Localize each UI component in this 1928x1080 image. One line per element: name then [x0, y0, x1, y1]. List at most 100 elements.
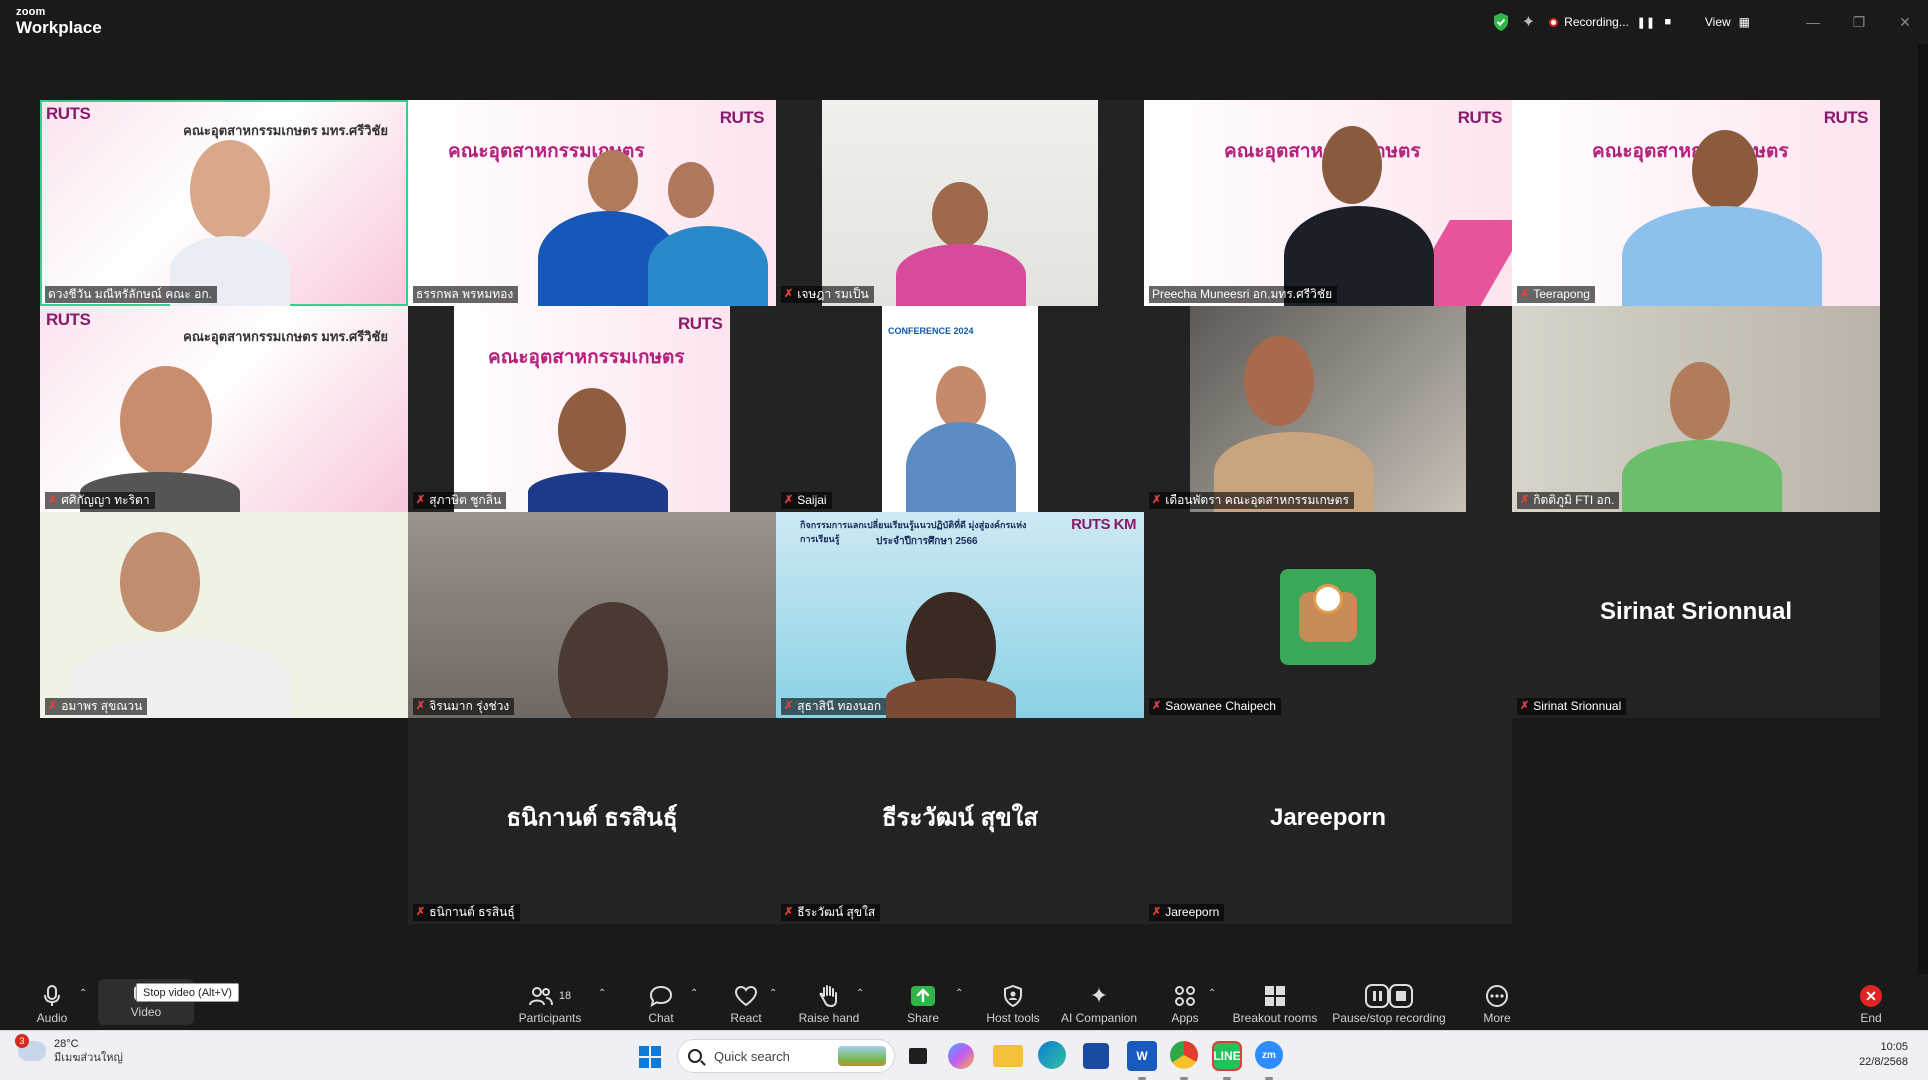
stop-recording-icon[interactable]: ■	[1661, 15, 1675, 29]
ruts-logo: RUTS	[46, 104, 91, 123]
security-shield-icon[interactable]	[1492, 12, 1510, 32]
participant-name: ✗ จิรนมาก รุ่งช่วง	[413, 698, 515, 715]
participant-tile[interactable]: ✗ อมาพร สุขณวน	[40, 512, 408, 718]
more-button[interactable]: More	[1478, 974, 1516, 1030]
breakout-rooms-button[interactable]: Breakout rooms	[1232, 974, 1318, 1030]
participants-button[interactable]: 18 Participants	[514, 974, 586, 1030]
muted-mic-icon: ✗	[784, 288, 794, 300]
zoom-brand-logo: zoom Workplace	[16, 7, 102, 37]
share-chevron-icon[interactable]: ⌃	[955, 988, 963, 999]
share-button[interactable]: Share	[903, 974, 943, 1030]
participant-tile[interactable]: RUTS คณะอุตสาหกรรมเกษตร มทร.ศรีวิชัย ดวง…	[40, 100, 408, 306]
participant-tile[interactable]: CONFERENCE 2024 ✗ Saijai	[776, 306, 1144, 512]
participant-name: ✗ สุธาสินี ทองนอก	[781, 698, 887, 715]
share-label: Share	[906, 1011, 940, 1025]
restore-icon[interactable]: ❐	[1836, 14, 1882, 31]
file-explorer-icon[interactable]	[993, 1045, 1023, 1067]
participant-name: ✗ กิตติภูมิ FTI อก.	[1517, 492, 1620, 509]
copilot-icon[interactable]	[948, 1043, 974, 1069]
weather-temperature: 28°C	[54, 1038, 79, 1050]
participant-face	[190, 140, 270, 240]
view-button[interactable]: View ▦	[1705, 15, 1750, 29]
audio-options-chevron-icon[interactable]: ⌃	[79, 988, 87, 999]
participant-body	[1622, 440, 1782, 512]
participant-face	[668, 162, 714, 218]
muted-mic-icon: ✗	[48, 700, 58, 712]
ruts-logo: RUTS	[719, 108, 765, 127]
participant-tile[interactable]: RUTS คณะอุตสาหกรรมเกษตร ธรรกพล พรหมทอง	[408, 100, 776, 306]
muted-mic-icon: ✗	[416, 494, 426, 506]
chrome-icon[interactable]	[1170, 1041, 1198, 1069]
minimize-icon[interactable]: —	[1790, 14, 1836, 30]
recording-status: Recording...	[1564, 15, 1629, 29]
participant-tile[interactable]: Jareeporn ✗ Jareeporn	[1144, 718, 1512, 924]
raise-hand-icon	[819, 985, 837, 1008]
participant-body	[886, 678, 1016, 718]
windows-start-icon[interactable]	[639, 1046, 661, 1068]
word-icon[interactable]: W	[1127, 1041, 1157, 1071]
participant-tile[interactable]: RUTS คณะอุตสาหกรรมเกษตร มทร.ศรีวิชัย ✗ ศศ…	[40, 306, 408, 512]
task-view-icon[interactable]	[903, 1041, 933, 1071]
ai-companion-label: AI Companion	[1060, 1011, 1138, 1025]
muted-mic-icon: ✗	[784, 700, 794, 712]
end-close-icon: ✕	[1860, 985, 1882, 1007]
participant-tile[interactable]: ✗ เดือนพัตรา คณะอุตสาหกรรมเกษตร	[1144, 306, 1512, 512]
edge-browser-icon[interactable]	[1038, 1041, 1066, 1069]
muted-mic-icon: ✗	[1152, 906, 1162, 918]
participant-tile[interactable]: Sirinat Srionnual ✗ Sirinat Srionnual	[1512, 512, 1880, 718]
pause-recording-icon[interactable]: ❚❚	[1637, 15, 1655, 29]
ruts-logo: RUTS	[1823, 108, 1869, 127]
host-tools-button[interactable]: Host tools	[984, 974, 1042, 1030]
search-placeholder: Quick search	[714, 1048, 790, 1064]
end-meeting-button[interactable]: ✕ End	[1854, 974, 1888, 1030]
muted-mic-icon: ✗	[416, 700, 426, 712]
react-button[interactable]: React	[726, 974, 766, 1030]
participant-tile[interactable]: ✗ Saowanee Chaipech	[1144, 512, 1512, 718]
participant-tile[interactable]: RUTS คณะอุตสาหกรรมเกษตร ✗ สุภาษิต ชูกลิ่น	[408, 306, 776, 512]
participant-name: Preecha Muneesri อก.มทร.ศรีวิชัย	[1149, 286, 1338, 303]
muted-mic-icon: ✗	[784, 494, 794, 506]
system-clock[interactable]: 10:05 22/8/2568	[1859, 1040, 1908, 1070]
participant-face	[936, 366, 986, 430]
zoom-app-icon[interactable]: zm	[1255, 1041, 1283, 1069]
ai-companion-button[interactable]: ✦ AI Companion	[1060, 974, 1138, 1030]
scrollbar-track[interactable]	[1918, 44, 1928, 974]
participant-tile[interactable]: ธีระวัฒน์ สุขใส ✗ ธีระวัฒน์ สุขใส	[776, 718, 1144, 924]
host-shield-icon	[1004, 985, 1022, 1007]
line-app-icon[interactable]: LINE	[1212, 1041, 1242, 1071]
title-bar: zoom Workplace ✦ Recording... ❚❚ ■ View …	[0, 0, 1928, 44]
participant-tile[interactable]: ✗ จิรนมาก รุ่งช่วง	[408, 512, 776, 718]
cloud-weather-icon: 3	[15, 1034, 46, 1061]
pause-stop-recording-button[interactable]: Pause/stop recording	[1332, 974, 1446, 1030]
apps-button[interactable]: Apps	[1168, 974, 1202, 1030]
participant-tile[interactable]: ธนิกานต์ ธรสินธุ์ ✗ ธนิกานต์ ธรสินธุ์	[408, 718, 776, 924]
participant-name: ดวงชีวัน มณีหรัลักษณ์ คณะ อก.	[45, 286, 217, 303]
taskbar-search[interactable]: Quick search	[677, 1039, 895, 1073]
faculty-heading: คณะอุตสาหกรรมเกษตร มทร.ศรีวิชัย	[183, 329, 388, 344]
close-window-icon[interactable]: ✕	[1882, 14, 1928, 31]
raise-hand-chevron-icon[interactable]: ⌃	[856, 988, 864, 999]
react-chevron-icon[interactable]: ⌃	[769, 988, 777, 999]
ai-sparkle-icon[interactable]: ✦	[1522, 12, 1535, 32]
participant-tile[interactable]: RUTS คณะอุตสาหกรรมเกษตร ✗ Teerapong	[1512, 100, 1880, 306]
weather-widget[interactable]: 3 28°C มีเมฆส่วนใหญ่	[15, 1034, 123, 1065]
participant-tile[interactable]: กิจกรรมการแลกเปลี่ยนเรียนรู้แนวปฏิบัติที…	[776, 512, 1144, 718]
breakout-rooms-label: Breakout rooms	[1232, 1011, 1318, 1025]
participant-tile[interactable]: ✗ กิตติภูมิ FTI อก.	[1512, 306, 1880, 512]
participant-tile[interactable]: ✗ เจษฎา รมเป็น	[776, 100, 1144, 306]
raise-hand-button[interactable]: Raise hand	[798, 974, 860, 1030]
react-label: React	[730, 1011, 762, 1025]
chat-button[interactable]: Chat	[641, 974, 681, 1030]
microsoft-store-icon[interactable]	[1083, 1043, 1109, 1069]
audio-label: Audio	[36, 1011, 68, 1025]
chat-chevron-icon[interactable]: ⌃	[690, 988, 698, 999]
participant-body	[896, 244, 1026, 306]
heart-react-icon	[734, 985, 758, 1007]
apps-chevron-icon[interactable]: ⌃	[1208, 988, 1216, 999]
audio-button[interactable]: Audio	[32, 974, 72, 1030]
windows-taskbar: 3 28°C มีเมฆส่วนใหญ่ Quick search W LINE…	[0, 1030, 1928, 1080]
conference-title: CONFERENCE 2024	[888, 326, 974, 336]
participants-chevron-icon[interactable]: ⌃	[598, 988, 606, 999]
participant-tile[interactable]: RUTS คณะอุตสาหกรรมเกษตร Preecha Muneesri…	[1144, 100, 1512, 306]
faculty-heading: คณะอุตสาหกรรมเกษตร	[488, 347, 685, 368]
